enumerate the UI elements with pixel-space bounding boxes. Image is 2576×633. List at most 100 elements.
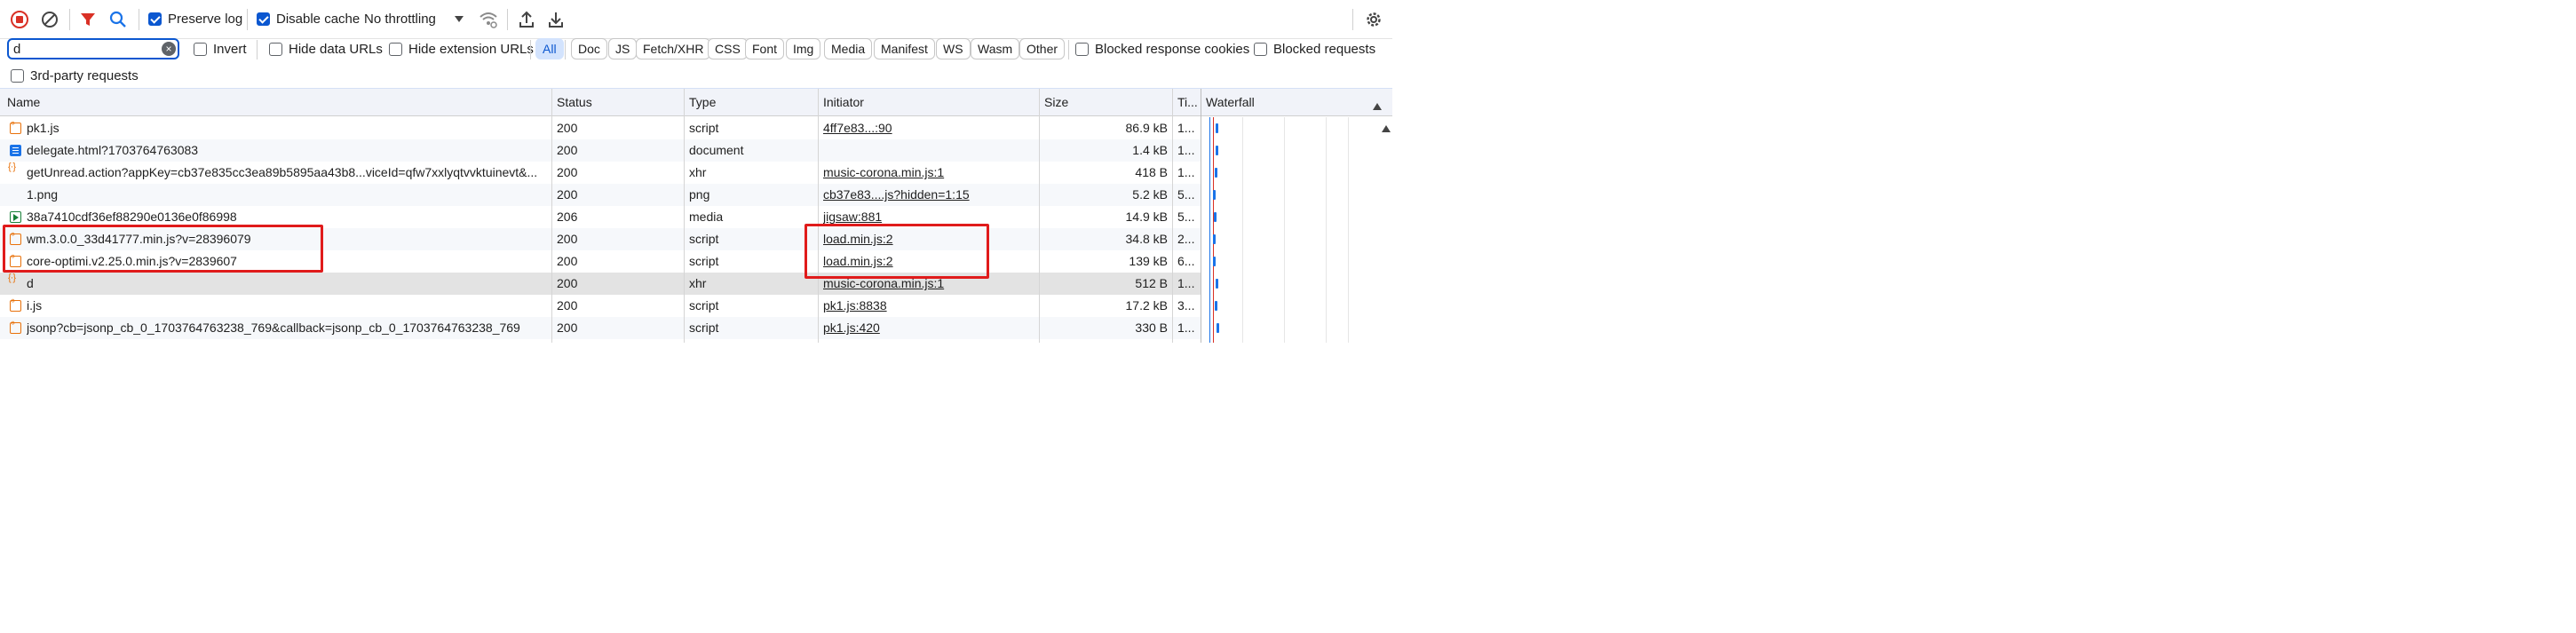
type-filter-font[interactable]: Font bbox=[745, 38, 785, 59]
media-file-icon bbox=[10, 211, 21, 223]
toolbar-divider bbox=[69, 9, 70, 30]
cell-name[interactable]: pk1.js bbox=[27, 117, 546, 139]
cell-type: script bbox=[689, 298, 719, 313]
waterfall-gridline bbox=[1348, 117, 1349, 343]
cell-type: png bbox=[689, 187, 710, 202]
type-filter-css[interactable]: CSS bbox=[708, 38, 748, 59]
table-row[interactable]: jsonp?cb=jsonp_cb_0_1703764763238_769&ca… bbox=[0, 317, 1201, 339]
preserve-log-checkbox[interactable]: Preserve log bbox=[148, 12, 242, 27]
cell-initiator[interactable]: pk1.js:8838 bbox=[823, 295, 1034, 317]
filter-input-box[interactable]: × bbox=[7, 38, 179, 59]
column-header-status[interactable]: Status bbox=[552, 89, 681, 116]
type-filter-other[interactable]: Other bbox=[1019, 38, 1066, 59]
clear-icon[interactable] bbox=[39, 9, 60, 30]
script-file-icon bbox=[10, 118, 21, 134]
waterfall-load-line bbox=[1213, 117, 1214, 343]
type-filter-js[interactable]: JS bbox=[608, 38, 638, 59]
cell-name[interactable]: i.js bbox=[27, 295, 546, 317]
annotation-box-names bbox=[3, 225, 323, 273]
cell-type: script bbox=[689, 232, 719, 246]
checkbox-unchecked[interactable] bbox=[269, 43, 282, 56]
table-row[interactable]: 1.png 200 png cb37e83....js?hidden=1:15 5.2 … bbox=[0, 184, 1201, 206]
waterfall-domcontentloaded-line bbox=[1209, 117, 1210, 343]
wifi-settings-icon[interactable] bbox=[478, 9, 499, 30]
cell-status: 200 bbox=[557, 143, 578, 157]
blocked-requests-label: Blocked requests bbox=[1273, 42, 1376, 57]
checkbox-unchecked[interactable] bbox=[1254, 43, 1267, 56]
chevron-down-icon[interactable] bbox=[448, 9, 470, 30]
checkbox-checked[interactable] bbox=[257, 12, 270, 26]
cell-time: 5... bbox=[1177, 210, 1195, 224]
hide-data-urls-checkbox[interactable]: Hide data URLs bbox=[269, 42, 383, 57]
table-row[interactable]: i.js 200 script pk1.js:8838 17.2 kB 3... bbox=[0, 295, 1201, 317]
hide-extension-urls-checkbox[interactable]: Hide extension URLs bbox=[389, 42, 534, 57]
cell-size: 34.8 kB bbox=[1125, 232, 1168, 246]
type-filter-all[interactable]: All bbox=[535, 38, 564, 59]
column-header-name[interactable]: Name bbox=[3, 89, 549, 116]
column-divider bbox=[684, 89, 685, 343]
disable-cache-label: Disable cache bbox=[276, 12, 361, 27]
search-icon[interactable] bbox=[107, 9, 129, 30]
scroll-up-arrow-icon[interactable] bbox=[1382, 121, 1391, 135]
cell-initiator[interactable] bbox=[823, 139, 1034, 162]
cell-time: 5... bbox=[1177, 187, 1195, 202]
column-header-size[interactable]: Size bbox=[1040, 89, 1169, 116]
cell-size: 1.4 kB bbox=[1132, 143, 1168, 157]
column-divider bbox=[551, 89, 552, 343]
table-row[interactable]: pk1.js 200 script 4ff7e83...:90 86.9 kB 1... bbox=[0, 117, 1201, 139]
checkbox-unchecked[interactable] bbox=[11, 69, 24, 83]
type-filter-media[interactable]: Media bbox=[824, 38, 873, 59]
cell-name[interactable]: 1.png bbox=[27, 184, 546, 206]
cell-initiator[interactable]: pk1.js:420 bbox=[823, 317, 1034, 339]
cell-type: script bbox=[689, 254, 719, 268]
cell-name[interactable]: d bbox=[27, 273, 546, 295]
upload-icon[interactable] bbox=[516, 9, 537, 30]
cell-name[interactable]: jsonp?cb=jsonp_cb_0_1703764763238_769&ca… bbox=[27, 317, 546, 339]
table-row[interactable]: delegate.html?1703764763083 200 document 1.… bbox=[0, 139, 1201, 162]
cell-size: 139 kB bbox=[1129, 254, 1168, 268]
table-row[interactable]: getUnread.action?appKey=cb37e835cc3ea89b… bbox=[0, 162, 1201, 184]
third-party-requests-label: 3rd-party requests bbox=[30, 68, 139, 83]
cell-name[interactable]: getUnread.action?appKey=cb37e835cc3ea89b… bbox=[27, 162, 546, 184]
invert-checkbox[interactable]: Invert bbox=[194, 42, 247, 57]
checkbox-unchecked[interactable] bbox=[389, 43, 402, 56]
type-filter-ws[interactable]: WS bbox=[936, 38, 971, 59]
type-filter-fetch-xhr[interactable]: Fetch/XHR bbox=[636, 38, 711, 59]
hide-data-urls-label: Hide data URLs bbox=[289, 42, 383, 57]
throttling-select[interactable]: No throttling bbox=[364, 12, 436, 27]
cell-name[interactable]: delegate.html?1703764763083 bbox=[27, 139, 546, 162]
record-stop-icon[interactable] bbox=[9, 9, 30, 30]
type-filter-wasm[interactable]: Wasm bbox=[971, 38, 1020, 59]
xhr-file-icon bbox=[8, 162, 21, 178]
disable-cache-checkbox[interactable]: Disable cache bbox=[257, 12, 360, 27]
download-icon[interactable] bbox=[545, 9, 567, 30]
funnel-icon[interactable] bbox=[77, 9, 99, 30]
cell-size: 14.9 kB bbox=[1125, 210, 1168, 224]
cell-initiator[interactable]: 4ff7e83...:90 bbox=[823, 117, 1034, 139]
type-filter-img[interactable]: Img bbox=[786, 38, 821, 59]
blocked-response-cookies-checkbox[interactable]: Blocked response cookies bbox=[1075, 42, 1249, 57]
type-filter-doc[interactable]: Doc bbox=[571, 38, 607, 59]
checkbox-unchecked[interactable] bbox=[194, 43, 207, 56]
gear-icon[interactable] bbox=[1363, 9, 1384, 30]
checkbox-unchecked[interactable] bbox=[1075, 43, 1089, 56]
sort-triangle-icon[interactable] bbox=[1373, 99, 1382, 113]
blocked-requests-checkbox[interactable]: Blocked requests bbox=[1254, 42, 1375, 57]
clear-filter-icon[interactable]: × bbox=[162, 42, 176, 56]
cell-initiator[interactable]: cb37e83....js?hidden=1:15 bbox=[823, 184, 1034, 206]
cell-status: 200 bbox=[557, 121, 578, 135]
type-filter-manifest[interactable]: Manifest bbox=[874, 38, 935, 59]
filter-input[interactable] bbox=[9, 40, 151, 58]
checkbox-checked[interactable] bbox=[148, 12, 162, 26]
column-header-type[interactable]: Type bbox=[685, 89, 816, 116]
column-header-initiator[interactable]: Initiator bbox=[819, 89, 1036, 116]
toolbar-divider bbox=[247, 9, 248, 30]
third-party-requests-checkbox[interactable]: 3rd-party requests bbox=[11, 68, 139, 83]
column-header-waterfall[interactable]: Waterfall bbox=[1201, 89, 1370, 116]
waterfall-bar bbox=[1215, 168, 1217, 178]
column-header-time[interactable]: Ti... bbox=[1173, 89, 1200, 116]
table-row[interactable]: d200xhrmusic-corona.min.js:1512 B1... bbox=[0, 273, 1201, 295]
cell-time: 1... bbox=[1177, 121, 1195, 135]
cell-initiator[interactable]: music-corona.min.js:1 bbox=[823, 162, 1034, 184]
cell-size: 330 B bbox=[1135, 320, 1168, 335]
